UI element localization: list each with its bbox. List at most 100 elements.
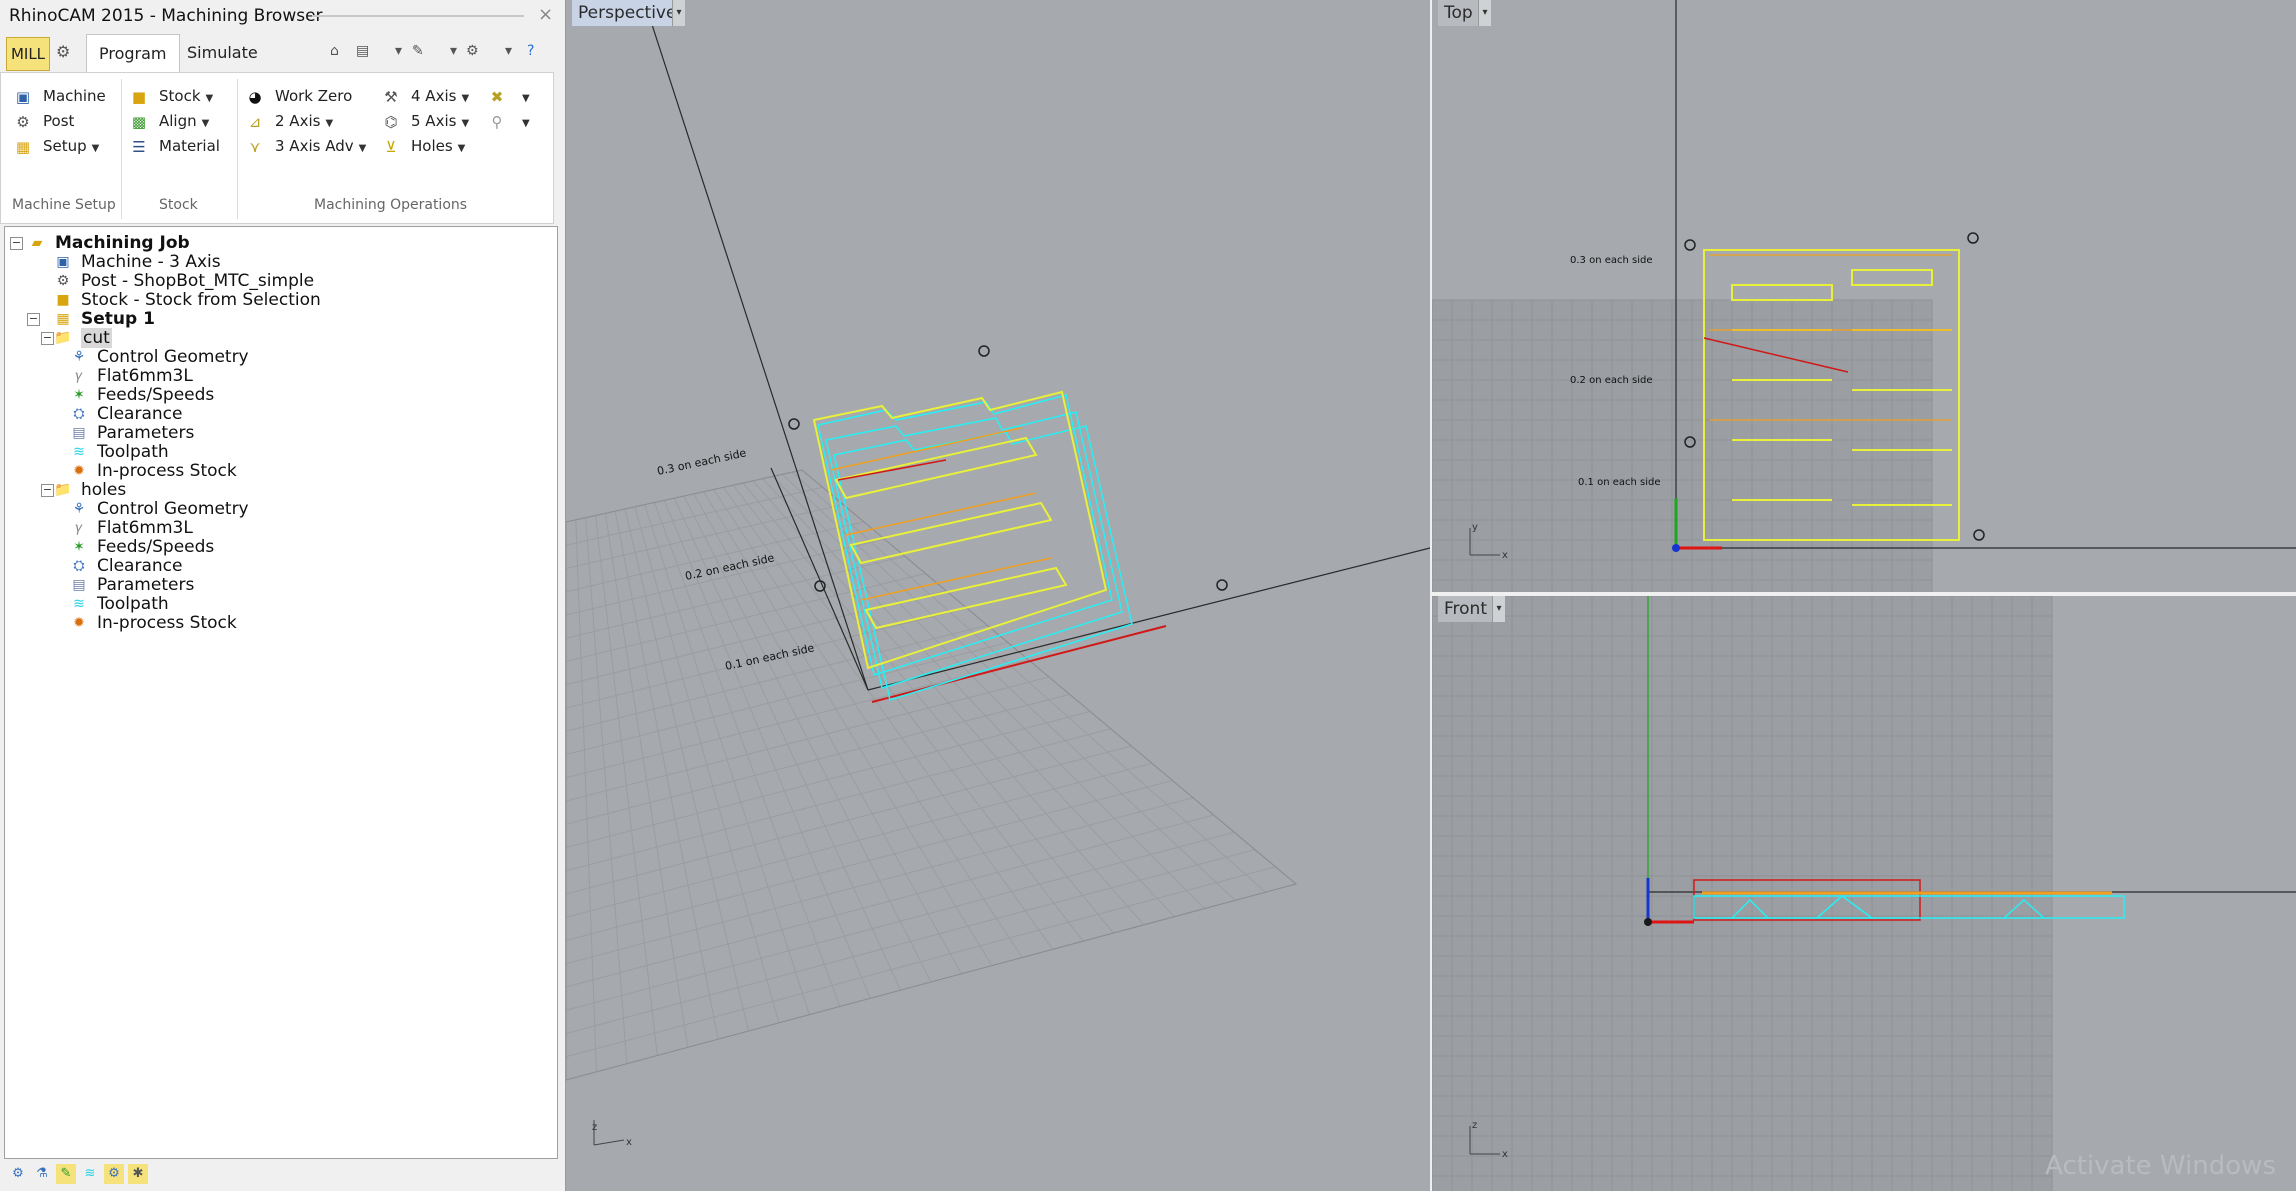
job-folder-icon: ▰ — [31, 235, 43, 251]
perspective-viewport[interactable]: 0.3 on each side 0.2 on each side 0.1 on… — [566, 0, 1430, 1191]
viewport-label-perspective[interactable]: Perspective — [572, 0, 683, 26]
setup-button[interactable]: ▦ Setup ▼ — [13, 133, 99, 159]
top-viewport[interactable]: 0.3 on each side 0.2 on each side 0.1 on… — [1432, 0, 2296, 592]
tree-node-in-process-stock[interactable]: ✹ In-process Stock — [69, 610, 237, 636]
stock-icon: ■ — [131, 87, 147, 106]
four-axis-icon: ⚒ — [384, 87, 398, 106]
annotation-label: 0.3 on each side — [1570, 255, 1653, 266]
gear-icon[interactable]: ⚙ — [466, 43, 479, 59]
holes-icon: ⊻ — [385, 137, 397, 156]
hole-marker — [1684, 239, 1696, 251]
two-axis-button[interactable]: ⊿ 2 Axis ▼ — [245, 108, 333, 134]
generate-icon[interactable]: ⚙ — [8, 1164, 28, 1184]
collapse-icon[interactable]: ⌂ — [330, 43, 339, 59]
machine-icon: ▣ — [15, 87, 31, 106]
dropdown-icon[interactable]: ▾ — [505, 43, 512, 59]
svg-text:z: z — [1472, 1120, 1477, 1131]
z-axis-line — [643, 0, 869, 691]
two-axis-icon: ⊿ — [248, 112, 262, 131]
toolpath-icon[interactable]: ≋ — [80, 1164, 100, 1184]
machine-button[interactable]: ▣ Machine — [13, 83, 106, 109]
browser-tools-icon[interactable]: ▤ — [356, 43, 369, 59]
grid-lines — [566, 469, 1297, 1081]
settings-icon[interactable]: ⚙ — [104, 1164, 124, 1184]
dropdown-icon[interactable]: ▾ — [395, 43, 402, 59]
material-button[interactable]: ☰ Material — [129, 133, 220, 159]
annotation-label: 0.1 on each side — [1578, 477, 1661, 488]
stock-button[interactable]: ■ Stock ▼ — [129, 83, 213, 109]
svg-text:x: x — [1502, 1149, 1508, 1160]
svg-text:x: x — [1502, 550, 1508, 561]
hole-marker — [1216, 579, 1228, 591]
hole-marker — [1967, 232, 1979, 244]
tools-icon: ✖ — [490, 87, 504, 106]
five-axis-button[interactable]: ⌬ 5 Axis ▼ — [381, 108, 469, 134]
post-icon: ⚙ — [16, 112, 30, 131]
tools-button[interactable]: ✖ ▼ — [487, 83, 530, 109]
viewport-menu-button[interactable]: ▾ — [672, 0, 685, 26]
regenerate-icon[interactable]: ⚗ — [32, 1164, 52, 1184]
svg-text:x: x — [626, 1137, 632, 1148]
group-label-machining-operations: Machining Operations — [314, 197, 468, 213]
group-label-stock: Stock — [159, 197, 198, 213]
align-icon: ▩ — [131, 112, 147, 131]
hole-marker — [788, 418, 800, 430]
more-ops-button[interactable]: ⚲ ▼ — [487, 108, 530, 134]
title-bar: RhinoCAM 2015 - Machining Browser × — [0, 0, 565, 34]
align-button[interactable]: ▩ Align ▼ — [129, 108, 209, 134]
setup-icon: ▦ — [15, 137, 31, 156]
tab-program[interactable]: Program — [86, 34, 180, 73]
five-axis-icon: ⌬ — [384, 112, 398, 131]
x-axis-line — [867, 547, 1430, 691]
more-ops-icon: ⚲ — [491, 112, 503, 131]
help-icon[interactable]: ? — [527, 43, 534, 59]
window-title: RhinoCAM 2015 - Machining Browser — [9, 6, 323, 26]
group-label-machine-setup: Machine Setup — [12, 197, 116, 213]
viewport-label-front[interactable]: Front — [1438, 596, 1493, 622]
simulate-icon[interactable]: ✎ — [56, 1164, 76, 1184]
part-inner-outline — [830, 427, 1052, 601]
module-switch-icon[interactable]: ⚙ — [56, 42, 70, 61]
perspective-canvas: 0.3 on each side 0.2 on each side 0.1 on… — [566, 0, 1430, 1148]
annotation-label: 0.1 on each side — [724, 641, 816, 673]
svg-text:z: z — [592, 1122, 597, 1133]
in-process-stock-icon: ✹ — [73, 615, 85, 631]
stock-edge — [871, 625, 1167, 703]
viewport-menu-button[interactable]: ▾ — [1492, 596, 1505, 622]
mill-button[interactable]: MILL — [6, 37, 50, 71]
front-viewport[interactable]: x z Front ▾ Activate Windows — [1432, 596, 2296, 1191]
collapse-toggle[interactable]: − — [27, 313, 40, 326]
group-separator — [237, 79, 238, 219]
browser-toolbar: ⚙ ⚗ ✎ ≋ ⚙ ✱ — [4, 1160, 560, 1188]
hole-marker — [978, 345, 990, 357]
close-icon[interactable]: × — [538, 4, 553, 25]
post-icon[interactable]: ✱ — [128, 1164, 148, 1184]
hole-marker — [814, 580, 826, 592]
viewport-menu-button[interactable]: ▾ — [1478, 0, 1491, 26]
activation-watermark: Activate Windows — [2045, 1151, 2276, 1181]
annotation-label: 0.2 on each side — [1570, 375, 1653, 386]
four-axis-button[interactable]: ⚒ 4 Axis ▼ — [381, 83, 469, 109]
ribbon: ▣ Machine ⚙ Post ▦ Setup ▼ Machine Setup ■ St… — [0, 72, 554, 224]
holes-button[interactable]: ⊻ Holes ▼ — [381, 133, 466, 159]
post-button[interactable]: ⚙ Post — [13, 108, 74, 134]
front-canvas: x z — [1432, 596, 2296, 1191]
machining-browser-panel: RhinoCAM 2015 - Machining Browser × MILL… — [0, 0, 566, 1191]
group-separator — [121, 79, 122, 219]
collapse-toggle[interactable]: − — [10, 237, 23, 250]
viewport-label-top[interactable]: Top — [1438, 0, 1479, 26]
title-grip[interactable] — [312, 15, 524, 17]
three-axis-adv-button[interactable]: ⋎ 3 Axis Adv ▼ — [245, 133, 367, 159]
ribbon-tabs: MILL ⚙ Program Simulate ⌂ ▤ ▾ ✎ ▾ ⚙ ▾ ? — [0, 34, 565, 73]
work-zero-button[interactable]: ◕ Work Zero — [245, 83, 352, 109]
tab-simulate[interactable]: Simulate — [175, 34, 270, 72]
material-list-icon: ☰ — [132, 137, 146, 156]
work-zero-icon: ◕ — [248, 87, 262, 106]
annotation-label: 0.3 on each side — [656, 446, 748, 478]
browser-tree: − ▰ Machining Job ▣ Machine - 3 Axis ⚙ Post… — [4, 226, 558, 1159]
three-axis-icon: ⋎ — [249, 137, 261, 156]
dropdown-icon[interactable]: ▾ — [450, 43, 457, 59]
annotation-label: 0.2 on each side — [684, 551, 776, 583]
wrench-icon[interactable]: ✎ — [412, 43, 424, 59]
top-canvas: 0.3 on each side 0.2 on each side 0.1 on… — [1432, 0, 2296, 592]
